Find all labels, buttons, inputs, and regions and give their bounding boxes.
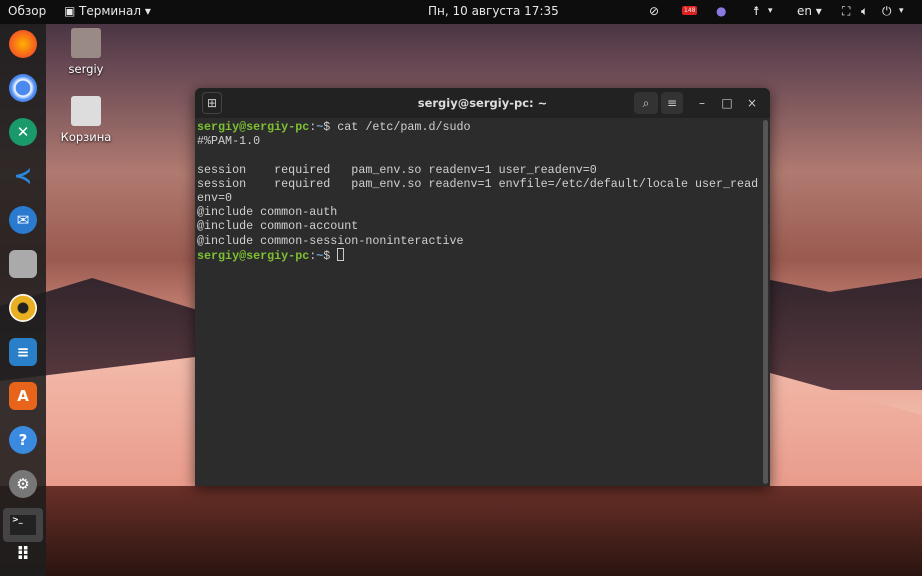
crossover-icon[interactable]: ✕ bbox=[9, 118, 37, 146]
home-folder-icon bbox=[71, 28, 101, 58]
activities-button[interactable]: Обзор bbox=[8, 4, 46, 18]
wallpaper-trees bbox=[0, 486, 922, 576]
output-line: session required pam_env.so readenv=1 en… bbox=[197, 176, 759, 191]
system-menu[interactable]: ▾ bbox=[899, 6, 904, 16]
language-menu[interactable]: en ▾ bbox=[797, 4, 822, 18]
chromium-icon[interactable] bbox=[9, 74, 37, 102]
desktop-trash[interactable]: Корзина bbox=[56, 96, 116, 144]
clock[interactable]: Пн, 10 августа 17:35 bbox=[428, 4, 559, 18]
trash-icon bbox=[71, 96, 101, 126]
apps-grid-icon[interactable]: ⠿ bbox=[9, 540, 37, 568]
settings-icon[interactable]: ⚙ bbox=[9, 470, 37, 498]
terminal-output[interactable]: sergiy@sergiy-pc:~$ cat /etc/pam.d/sudo #… bbox=[195, 118, 770, 263]
output-line: @include common-account bbox=[197, 219, 359, 234]
desktop-home[interactable]: sergiy bbox=[56, 28, 116, 76]
viber-icon[interactable]: ● bbox=[716, 4, 726, 18]
thunderbird-icon[interactable]: ✉ bbox=[9, 206, 37, 234]
help-icon[interactable]: ? bbox=[9, 426, 37, 454]
output-line: env=0 bbox=[197, 191, 233, 206]
accessibility-icon[interactable]: ☨ bbox=[753, 4, 760, 18]
top-bar: Обзор ▣ Терминал ▾ Пн, 10 августа 17:35 … bbox=[0, 0, 922, 24]
command-line: sergiy@sergiy-pc:~$ cat /etc/pam.d/sudo bbox=[197, 120, 471, 134]
terminal-window: ⊞ sergiy@sergiy-pc: ~ ⌕ ≡ – □ × sergiy@s… bbox=[195, 88, 770, 486]
minimize-icon[interactable]: – bbox=[694, 92, 710, 114]
writer-icon[interactable]: ≡ bbox=[9, 338, 37, 366]
output-line: @include common-session-noninteractive bbox=[197, 233, 464, 248]
window-title: sergiy@sergiy-pc: ~ bbox=[417, 96, 548, 110]
blocked-icon[interactable]: ⊘ bbox=[649, 4, 659, 18]
prompt-user: sergiy@sergiy-pc bbox=[197, 120, 310, 134]
terminal-titlebar[interactable]: ⊞ sergiy@sergiy-pc: ~ ⌕ ≡ – □ × bbox=[195, 88, 770, 118]
output-line: @include common-auth bbox=[197, 205, 338, 220]
vscode-icon[interactable]: ≺ bbox=[9, 162, 37, 190]
prompt-user: sergiy@sergiy-pc bbox=[197, 248, 310, 263]
firefox-icon[interactable] bbox=[9, 30, 37, 58]
maximize-icon[interactable]: □ bbox=[719, 92, 735, 114]
close-icon[interactable]: × bbox=[744, 92, 760, 114]
search-icon[interactable]: ⌕ bbox=[634, 92, 658, 114]
command: cat /etc/pam.d/sudo bbox=[337, 120, 471, 134]
prompt-sign: $ bbox=[323, 248, 338, 263]
notification-badge[interactable]: 148 bbox=[682, 6, 698, 15]
terminal-icon: ▣ bbox=[64, 4, 76, 18]
software-icon[interactable]: A bbox=[9, 382, 37, 410]
app-menu[interactable]: Терминал ▾ bbox=[79, 4, 151, 18]
power-icon[interactable]: ⏻ bbox=[882, 4, 892, 19]
output-line: session required pam_env.so readenv=1 us… bbox=[197, 162, 597, 177]
home-label: sergiy bbox=[68, 62, 104, 76]
trash-label: Корзина bbox=[60, 130, 112, 144]
prompt-line: sergiy@sergiy-pc:~$ bbox=[197, 247, 770, 263]
volume-icon[interactable]: 🔈︎ bbox=[861, 4, 868, 19]
rhythmbox-icon[interactable] bbox=[9, 294, 37, 322]
accessibility-menu[interactable]: ▾ bbox=[768, 6, 773, 16]
network-icon[interactable]: ⛶ bbox=[842, 4, 850, 19]
prompt-sign: $ bbox=[323, 120, 338, 134]
menu-icon[interactable]: ≡ bbox=[661, 92, 683, 114]
dock: ✕ ≺ ✉ ≡ A ? ⚙ >_ ⠿ bbox=[0, 24, 46, 576]
files-icon[interactable] bbox=[9, 250, 37, 278]
output-line: #%PAM-1.0 bbox=[197, 134, 261, 149]
cursor bbox=[337, 247, 345, 261]
terminal-dock-icon[interactable]: >_ bbox=[3, 508, 43, 542]
scrollbar[interactable] bbox=[763, 120, 768, 484]
